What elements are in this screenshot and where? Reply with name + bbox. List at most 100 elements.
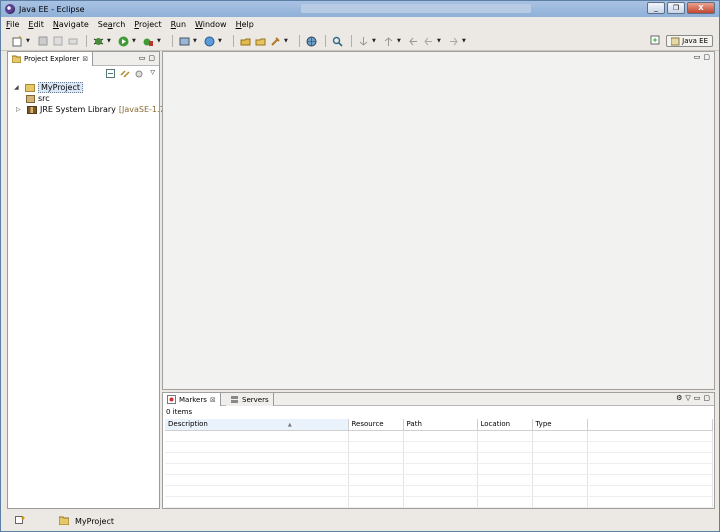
tab-servers[interactable]: Servers: [226, 393, 274, 406]
forward-dropdown-icon[interactable]: ▼: [462, 38, 468, 44]
eclipse-logo-icon: [5, 4, 15, 14]
new-dropdown-icon[interactable]: ▼: [26, 38, 32, 44]
tree-label-src: src: [38, 94, 50, 103]
close-tab-icon[interactable]: ⊠: [82, 55, 88, 63]
tree-item-myproject[interactable]: ◢ MyProject: [14, 82, 168, 93]
menu-search[interactable]: Search: [98, 20, 126, 29]
focus-icon[interactable]: ⚙: [676, 394, 682, 402]
back-dropdown-icon[interactable]: ▼: [437, 38, 443, 44]
column-description[interactable]: Description ▲: [165, 419, 349, 431]
close-button[interactable]: X: [687, 2, 715, 14]
collapse-all-icon[interactable]: [106, 69, 116, 80]
status-selected-item: MyProject: [75, 516, 115, 526]
column-resource[interactable]: Resource: [348, 419, 404, 431]
table-row: [165, 441, 713, 453]
print-icon[interactable]: [66, 35, 79, 47]
minimize-view-icon[interactable]: ▭: [694, 394, 701, 402]
previous-annotation-dropdown-icon[interactable]: ▼: [397, 38, 403, 44]
restore-button[interactable]: ❐: [667, 2, 685, 14]
column-type[interactable]: Type: [532, 419, 588, 431]
debug-dropdown-icon[interactable]: ▼: [107, 38, 113, 44]
open-task-dropdown-icon[interactable]: ▼: [284, 38, 290, 44]
fast-view-icon[interactable]: [15, 515, 25, 527]
markers-icon: [167, 395, 176, 404]
save-all-icon[interactable]: [51, 35, 64, 47]
minimize-button[interactable]: _: [647, 2, 665, 14]
table-row: [165, 430, 713, 442]
editor-area[interactable]: ▭ ▢: [162, 51, 715, 390]
toolbar-separator: [233, 35, 234, 47]
focus-icon[interactable]: [135, 69, 145, 80]
new-icon[interactable]: [11, 35, 24, 47]
external-tools-dropdown-icon[interactable]: ▼: [157, 38, 163, 44]
new-server-icon[interactable]: [178, 35, 191, 47]
open-type-icon[interactable]: [239, 35, 252, 47]
java-ee-icon: [671, 37, 680, 45]
maximize-view-icon[interactable]: ▢: [148, 54, 155, 62]
table-row: [165, 463, 713, 475]
maximize-editor-icon[interactable]: ▢: [703, 53, 710, 61]
maximize-view-icon[interactable]: ▢: [703, 394, 710, 402]
run-icon[interactable]: [117, 35, 130, 47]
last-edit-icon[interactable]: [407, 35, 420, 47]
menu-navigate[interactable]: Navigate: [53, 20, 89, 29]
tree-item-src[interactable]: src: [14, 93, 168, 104]
table-row: [165, 496, 713, 508]
servers-icon: [231, 396, 238, 403]
perspective-java-ee-button[interactable]: Java EE: [666, 35, 713, 47]
menu-search-tail: rch: [112, 20, 126, 29]
sort-ascending-icon: ▲: [287, 422, 292, 429]
toolbar-separator: [351, 35, 352, 47]
library-icon: [27, 105, 37, 114]
back-icon[interactable]: [422, 35, 435, 47]
new-web-icon[interactable]: [203, 35, 216, 47]
run-dropdown-icon[interactable]: ▼: [132, 38, 138, 44]
markers-table: Description ▲ Resource Path Location Type: [165, 419, 713, 508]
column-path[interactable]: Path: [403, 419, 478, 431]
forward-icon[interactable]: [447, 35, 460, 47]
markers-table-body: [165, 430, 713, 508]
menu-file[interactable]: File: [6, 20, 19, 29]
globe-icon[interactable]: [305, 35, 318, 47]
project-icon: [58, 516, 70, 527]
project-tree: ◢ MyProject src ▷ JRE System Library [Ja…: [14, 82, 168, 115]
new-web-dropdown-icon[interactable]: ▼: [218, 38, 224, 44]
tab-label: Markers: [179, 395, 207, 404]
save-icon[interactable]: [36, 35, 49, 47]
minimize-view-icon[interactable]: ▭: [139, 54, 146, 62]
open-resource-icon[interactable]: [254, 35, 267, 47]
tab-markers[interactable]: Markers ⊠: [163, 393, 221, 406]
open-task-icon[interactable]: [269, 35, 282, 47]
next-annotation-dropdown-icon[interactable]: ▼: [372, 38, 378, 44]
main-toolbar: ▼ ▼ ▼ ▼ ▼ ▼ ▼ ▼ ▼ ▼ ▼ Java EE: [1, 32, 719, 51]
table-row: [165, 474, 713, 486]
search-icon[interactable]: [331, 35, 344, 47]
tree-item-jre[interactable]: ▷ JRE System Library [JavaSE-1.7]: [14, 104, 168, 115]
menu-run[interactable]: Run: [171, 20, 186, 29]
link-with-editor-icon[interactable]: [120, 69, 130, 80]
toolbar-separator: [299, 35, 300, 47]
open-perspective-icon[interactable]: [650, 35, 660, 47]
next-annotation-icon[interactable]: [357, 35, 370, 47]
expanded-twisty-icon[interactable]: ◢: [14, 84, 22, 91]
menu-project[interactable]: Project: [134, 20, 161, 29]
perspective-label: Java EE: [682, 37, 708, 45]
previous-annotation-icon[interactable]: [382, 35, 395, 47]
view-menu-icon[interactable]: ▽: [685, 394, 690, 402]
tab-project-explorer[interactable]: Project Explorer ⊠: [8, 52, 94, 66]
title-bar[interactable]: Java EE - Eclipse _ ❐ X: [1, 1, 719, 17]
menu-window[interactable]: Window: [195, 20, 227, 29]
menu-help[interactable]: Help: [236, 20, 254, 29]
table-row: [165, 485, 713, 497]
collapsed-twisty-icon[interactable]: ▷: [16, 106, 24, 113]
external-tools-icon[interactable]: [142, 35, 155, 47]
column-location[interactable]: Location: [477, 419, 533, 431]
minimize-editor-icon[interactable]: ▭: [694, 53, 701, 61]
new-server-dropdown-icon[interactable]: ▼: [193, 38, 199, 44]
close-tab-icon[interactable]: ⊠: [210, 396, 216, 404]
view-menu-icon[interactable]: ▽: [150, 69, 155, 80]
menu-edit[interactable]: Edit: [28, 20, 44, 29]
debug-icon[interactable]: [92, 35, 105, 47]
item-count: 0 items: [166, 408, 193, 416]
window-title: Java EE - Eclipse: [19, 4, 85, 14]
